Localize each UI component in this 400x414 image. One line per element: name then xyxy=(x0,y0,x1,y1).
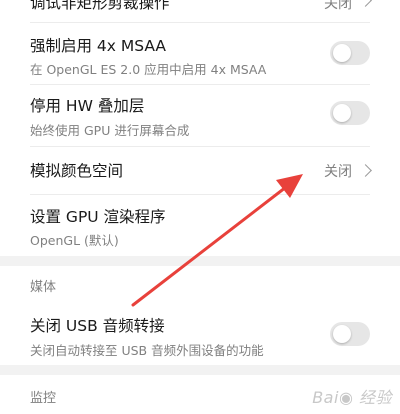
section-label: 监控 xyxy=(30,391,57,406)
setting-gpu-renderer[interactable]: 设置 GPU 渲染程序 OpenGL (默认) xyxy=(0,195,400,255)
setting-simulate-color-space[interactable]: 模拟颜色空间 关闭 xyxy=(0,147,400,193)
setting-subtitle: 关闭自动转接至 USB 音频外围设备的功能 xyxy=(30,343,264,358)
setting-title: 停用 HW 叠加层 xyxy=(30,97,145,115)
msaa-toggle[interactable] xyxy=(330,41,370,65)
section-label: 媒体 xyxy=(30,280,57,295)
toggle-knob xyxy=(333,44,351,62)
setting-title: 关闭 USB 音频转接 xyxy=(30,317,165,335)
setting-force-msaa[interactable]: 强制启用 4x MSAA 在 OpenGL ES 2.0 应用中启用 4x MS… xyxy=(0,23,400,83)
baidu-watermark-logo: Bai◉ 经验 xyxy=(312,388,392,407)
toggle-knob xyxy=(333,325,351,343)
section-gap xyxy=(0,365,400,375)
hw-overlay-toggle[interactable] xyxy=(330,101,370,125)
toggle-knob xyxy=(333,104,351,122)
chevron-right-icon xyxy=(359,164,372,177)
setting-disable-hw-overlay[interactable]: 停用 HW 叠加层 始终使用 GPU 进行屏幕合成 xyxy=(0,85,400,145)
setting-value: 关闭 xyxy=(324,164,352,180)
setting-value: 关闭 xyxy=(324,0,352,12)
chevron-right-icon xyxy=(359,0,372,7)
setting-subtitle: 始终使用 GPU 进行屏幕合成 xyxy=(30,123,190,138)
setting-title: 强制启用 4x MSAA xyxy=(30,37,167,55)
setting-title: 设置 GPU 渲染程序 xyxy=(30,208,166,226)
setting-title: 模拟颜色空间 xyxy=(30,162,124,180)
setting-subtitle: OpenGL (默认) xyxy=(30,233,119,248)
setting-title: 调试非矩形剪裁操作 xyxy=(30,0,170,12)
setting-debug-clip[interactable]: 调试非矩形剪裁操作 关闭 xyxy=(0,0,400,22)
setting-subtitle: 在 OpenGL ES 2.0 应用中启用 4x MSAA xyxy=(30,62,267,77)
section-header-media: 媒体 xyxy=(0,266,400,302)
section-gap xyxy=(0,256,400,266)
usb-audio-toggle[interactable] xyxy=(330,322,370,346)
setting-disable-usb-audio[interactable]: 关闭 USB 音频转接 关闭自动转接至 USB 音频外围设备的功能 xyxy=(0,302,400,364)
